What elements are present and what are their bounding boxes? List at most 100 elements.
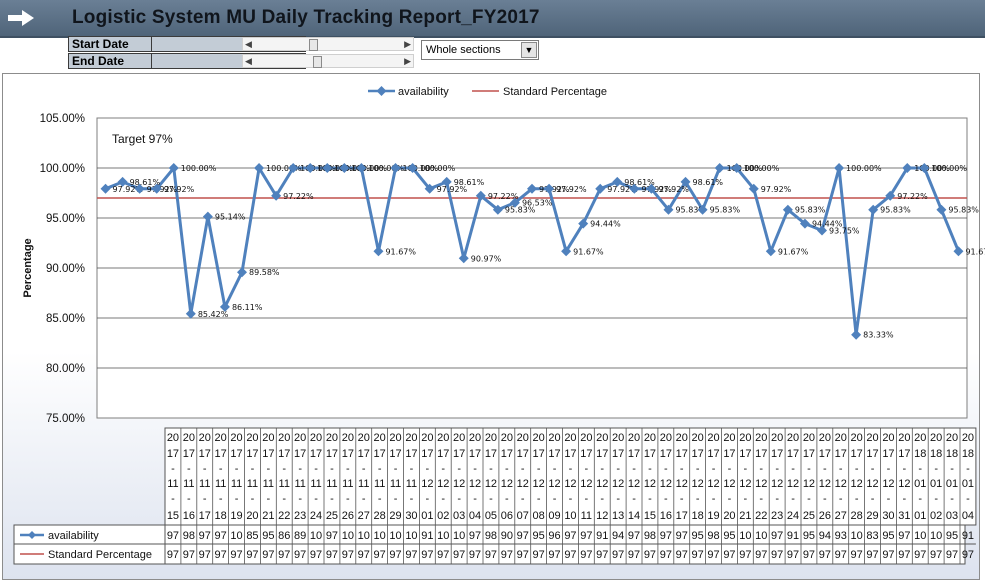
category-label: 11	[279, 478, 290, 490]
category-label: -	[807, 493, 811, 505]
category-label: 20	[882, 432, 894, 444]
category-label: 16	[183, 510, 195, 522]
table-availability-value: 95	[533, 530, 545, 542]
category-label: -	[664, 463, 668, 475]
table-standard-value: 97	[437, 549, 449, 561]
category-label: -	[489, 493, 493, 505]
category-label: 20	[389, 432, 401, 444]
data-label: 95.83%	[948, 206, 979, 215]
table-availability-value: 96	[548, 530, 560, 542]
category-label: 11	[294, 478, 305, 490]
category-label: 11	[199, 478, 210, 490]
category-label: 17	[628, 448, 640, 460]
category-label: -	[823, 463, 827, 475]
category-label: -	[298, 463, 302, 475]
table-availability-value: 91	[787, 530, 799, 542]
category-label: -	[537, 493, 541, 505]
table-availability-value: 97	[564, 530, 576, 542]
category-label: 17	[851, 448, 863, 460]
target-annotation: Target 97%	[112, 132, 173, 146]
category-label: 25	[326, 510, 338, 522]
data-label: 100.00%	[744, 164, 780, 173]
data-label: 98.61%	[693, 178, 724, 187]
category-label: 17	[564, 448, 576, 460]
category-label: -	[505, 463, 509, 475]
category-label: 17	[898, 448, 910, 460]
table-standard-value: 97	[278, 549, 290, 561]
category-label: 20	[723, 432, 735, 444]
table-standard-value: 97	[548, 549, 560, 561]
category-label: -	[728, 463, 732, 475]
category-label: 20	[644, 432, 656, 444]
category-label: 20	[230, 432, 242, 444]
category-label: -	[775, 463, 779, 475]
category-label: 30	[882, 510, 894, 522]
category-label: 22	[278, 510, 290, 522]
data-label: 91.67%	[965, 247, 985, 256]
table-standard-value: 97	[564, 549, 576, 561]
category-label: 20	[707, 432, 719, 444]
table-standard-value: 97	[389, 549, 401, 561]
category-label: 24	[787, 510, 799, 522]
table-standard-value: 97	[421, 549, 433, 561]
data-label: 97.22%	[897, 192, 928, 201]
category-label: 20	[310, 432, 322, 444]
category-label: 17	[739, 448, 751, 460]
category-label: -	[203, 493, 207, 505]
table-availability-value: 10	[310, 530, 322, 542]
category-label: -	[855, 493, 859, 505]
category-label: 18	[930, 448, 942, 460]
category-label: 20	[501, 432, 513, 444]
table-availability-value: 10	[230, 530, 242, 542]
category-label: -	[187, 463, 191, 475]
data-label: 95.83%	[880, 206, 911, 215]
table-availability-value: 97	[469, 530, 481, 542]
category-label: -	[680, 463, 684, 475]
category-label: 17	[835, 448, 847, 460]
category-label: 20	[262, 432, 274, 444]
category-label: 18	[215, 510, 227, 522]
category-label: -	[394, 493, 398, 505]
table-availability-value: 95	[803, 530, 815, 542]
category-label: -	[314, 493, 318, 505]
table-standard-value: 97	[485, 549, 497, 561]
table-standard-value: 97	[628, 549, 640, 561]
table-standard-value: 97	[215, 549, 227, 561]
table-availability-value: 94	[819, 530, 831, 542]
category-label: 17	[819, 448, 831, 460]
category-label: -	[235, 493, 239, 505]
category-label: -	[648, 493, 652, 505]
category-label: 17	[803, 448, 815, 460]
category-label: 11	[326, 478, 337, 490]
category-label: 17	[183, 448, 195, 460]
table-standard-value: 97	[596, 549, 608, 561]
category-label: -	[219, 463, 223, 475]
category-label: 12	[803, 478, 815, 490]
data-label: 96.53%	[522, 199, 553, 208]
category-label: 17	[167, 448, 179, 460]
category-label: 15	[167, 510, 179, 522]
category-label: 20	[469, 432, 481, 444]
category-label: 01	[421, 510, 433, 522]
category-label: -	[966, 493, 970, 505]
category-label: 12	[580, 478, 592, 490]
category-label: -	[871, 463, 875, 475]
category-label: 20	[246, 510, 258, 522]
table-standard-value: 97	[866, 549, 878, 561]
category-label: 12	[517, 478, 529, 490]
category-label: 20	[453, 432, 465, 444]
category-label: -	[934, 463, 938, 475]
category-label: -	[696, 493, 700, 505]
category-label: -	[918, 463, 922, 475]
category-label: -	[410, 463, 414, 475]
category-label: 20	[866, 432, 878, 444]
category-label: 17	[644, 448, 656, 460]
category-label: 20	[660, 432, 672, 444]
category-label: 01	[914, 510, 926, 522]
table-availability-value: 91	[962, 530, 974, 542]
category-label: -	[855, 463, 859, 475]
table-availability-value: 10	[930, 530, 942, 542]
category-label: -	[903, 463, 907, 475]
category-label: 17	[771, 448, 783, 460]
category-label: 20	[628, 432, 640, 444]
